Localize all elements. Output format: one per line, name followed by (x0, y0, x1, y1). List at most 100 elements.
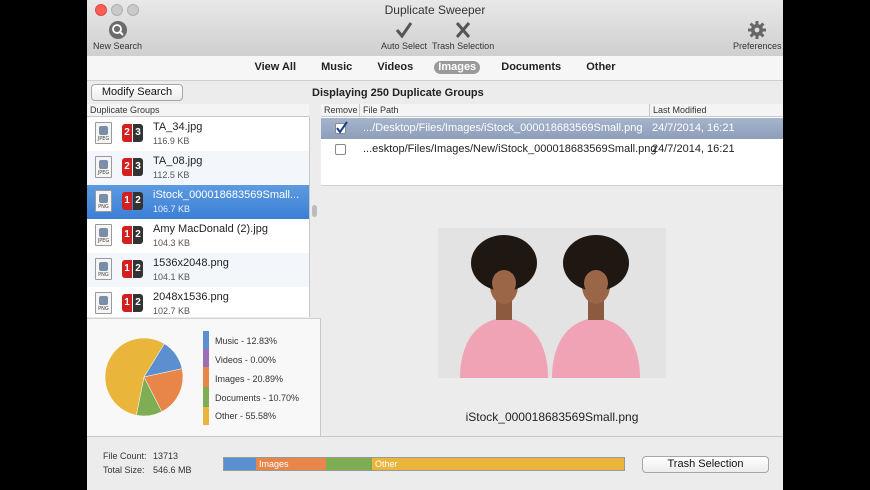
file-count-value: 13713 (153, 451, 179, 461)
legend-swatch-other (203, 407, 209, 425)
total-count-badge: 2 (133, 226, 143, 244)
group-row[interactable]: PNG 1 2 2048x1536.png 102.7 KB (87, 287, 309, 317)
group-file-name: 1536x2048.png (153, 257, 229, 269)
storage-usage-bar: Images Other (223, 457, 625, 471)
preferences-label: Preferences (733, 41, 782, 51)
usage-segment-0 (224, 458, 256, 470)
group-row[interactable]: PNG 1 2 1536x2048.png 104.1 KB (87, 253, 309, 287)
checkmark-icon (395, 22, 413, 39)
duplicate-count-badge: 2 (122, 158, 132, 176)
usage-segment-3: Other (372, 458, 624, 470)
group-file-name: Amy MacDonald (2).jpg (153, 223, 268, 235)
file-row-selected[interactable]: .../Desktop/Files/Images/iStock_00001868… (321, 118, 783, 139)
new-search-button[interactable]: New Search (93, 20, 142, 51)
group-row[interactable]: JPEG 2 3 TA_34.jpg 116.9 KB (87, 117, 309, 151)
duplicate-count-badge: 1 (122, 226, 132, 244)
trash-selection-label: Trash Selection (432, 41, 495, 51)
cross-icon (455, 22, 471, 38)
group-row[interactable]: JPEG 2 3 TA_08.jpg 112.5 KB (87, 151, 309, 185)
trash-selection-toolbar-button[interactable]: Trash Selection (432, 20, 494, 51)
magnifier-icon (108, 21, 127, 39)
group-row[interactable]: JPEG 1 2 Amy MacDonald (2).jpg 104.3 KB (87, 219, 309, 253)
remove-column-header[interactable]: Remove (321, 104, 360, 117)
tab-other[interactable]: Other (582, 61, 619, 74)
group-file-size: 116.9 KB (153, 136, 190, 146)
last-modified-cell: 24/7/2014, 16:21 (652, 122, 735, 134)
status-bar: File Count: 13713 Total Size: 546.6 MB I… (87, 436, 783, 490)
legend-videos: Videos - 0.00% (215, 355, 276, 365)
legend-swatch-documents (203, 387, 209, 407)
auto-select-label: Auto Select (381, 41, 428, 51)
category-breakdown-panel: Music - 12.83% Videos - 0.00% Images - 2… (87, 318, 321, 437)
total-size-value: 546.6 MB (153, 465, 192, 475)
png-file-icon: PNG (95, 190, 112, 212)
group-file-name: 2048x1536.png (153, 291, 229, 303)
app-window: Duplicate Sweeper New Search Auto Select… (87, 0, 783, 490)
tab-images[interactable]: Images (434, 61, 481, 74)
duplicate-count-badge: 1 (122, 192, 132, 210)
legend-swatch-music (203, 331, 209, 349)
remove-checkbox-2[interactable] (335, 144, 346, 155)
new-search-label: New Search (93, 41, 143, 51)
total-count-badge: 3 (133, 124, 143, 142)
usage-segment-2 (326, 458, 372, 470)
file-path-cell: ...esktop/Files/Images/New/iStock_000018… (363, 143, 657, 155)
total-count-badge: 2 (133, 260, 143, 278)
groups-scrollbar-thumb[interactable] (312, 205, 317, 217)
usage-segment-1: Images (256, 458, 326, 470)
group-file-size: 112.5 KB (153, 170, 190, 180)
group-file-size: 106.7 KB (153, 204, 191, 214)
modify-search-button[interactable]: Modify Search (91, 84, 183, 101)
tab-view-all[interactable]: View All (250, 61, 300, 74)
gear-icon (748, 21, 767, 39)
png-file-icon: PNG (95, 292, 112, 314)
file-row[interactable]: ...esktop/Files/Images/New/iStock_000018… (321, 139, 783, 160)
tab-music[interactable]: Music (317, 61, 356, 74)
duplicate-groups-list[interactable]: JPEG 2 3 TA_34.jpg 116.9 KB JPEG 2 3 TA_… (87, 117, 310, 317)
trash-selection-button[interactable]: Trash Selection (642, 456, 769, 473)
tab-videos[interactable]: Videos (373, 61, 417, 74)
jpeg-file-icon: JPEG (95, 156, 112, 178)
remove-checkbox-1[interactable] (335, 121, 348, 134)
duplicate-count-badge: 1 (122, 260, 132, 278)
duplicate-groups-column-header[interactable]: Duplicate Groups (87, 104, 309, 117)
png-file-icon: PNG (95, 258, 112, 280)
window-title: Duplicate Sweeper (384, 3, 486, 17)
file-count-label: File Count: (103, 451, 147, 461)
group-file-name: TA_34.jpg (153, 121, 203, 133)
auto-select-button[interactable]: Auto Select (381, 20, 427, 51)
file-path-cell: .../Desktop/Files/Images/iStock_00001868… (363, 122, 643, 134)
duplicate-files-pane: .../Desktop/Files/Images/iStock_00001868… (321, 117, 783, 437)
tab-documents[interactable]: Documents (497, 61, 565, 74)
last-modified-column-header[interactable]: Last Modified (650, 104, 783, 117)
legend-images: Images - 20.89% (215, 374, 284, 384)
image-preview (438, 228, 666, 378)
checkmark-icon (336, 121, 348, 134)
jpeg-file-icon: JPEG (95, 122, 112, 144)
preview-caption: iStock_000018683569Small.png (465, 410, 639, 424)
preferences-button[interactable]: Preferences (733, 20, 782, 51)
file-path-column-header[interactable]: File Path (360, 104, 650, 117)
legend-swatch-images (203, 367, 209, 387)
group-file-size: 102.7 KB (153, 306, 191, 316)
total-count-badge: 2 (133, 192, 143, 210)
group-file-size: 104.1 KB (153, 272, 191, 282)
total-size-label: Total Size: (103, 465, 145, 475)
legend-music: Music - 12.83% (215, 336, 278, 346)
legend-swatch-videos (203, 349, 209, 367)
category-tab-bar: View All Music Videos Images Documents O… (87, 56, 783, 81)
group-file-name: TA_08.jpg (153, 155, 203, 167)
category-pie-chart (104, 337, 184, 417)
total-count-badge: 2 (133, 294, 143, 312)
group-file-name: iStock_000018683569Small... (153, 189, 300, 201)
legend-documents: Documents - 10.70% (215, 393, 300, 403)
last-modified-cell: 24/7/2014, 16:21 (652, 143, 735, 155)
duplicate-count-badge: 1 (122, 294, 132, 312)
image-preview-area: iStock_000018683569Small.png (321, 185, 783, 437)
jpeg-file-icon: JPEG (95, 224, 112, 246)
results-header: Displaying 250 Duplicate Groups (312, 87, 484, 99)
total-count-badge: 3 (133, 158, 143, 176)
group-row-selected[interactable]: PNG 1 2 iStock_000018683569Small... 106.… (87, 185, 309, 219)
title-bar: Duplicate Sweeper New Search Auto Select… (87, 0, 783, 57)
group-file-size: 104.3 KB (153, 238, 191, 248)
